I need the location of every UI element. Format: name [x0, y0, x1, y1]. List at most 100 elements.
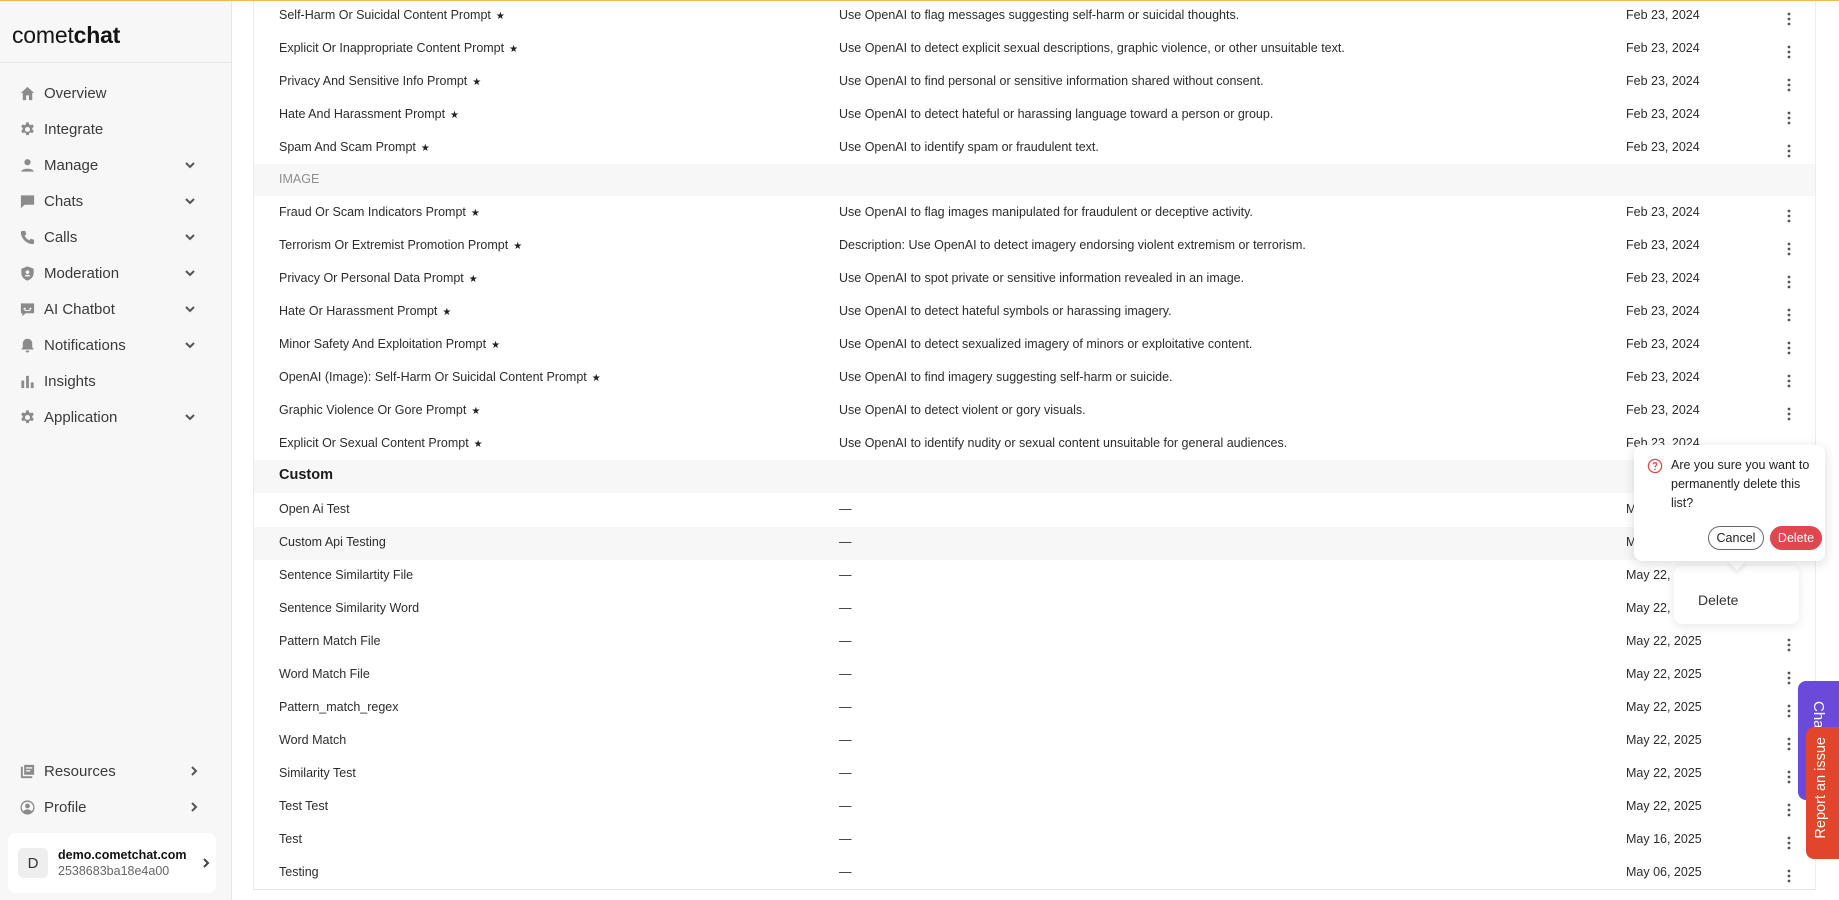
- section-label: IMAGE: [279, 172, 320, 186]
- table-row[interactable]: Minor Safety And Exploitation Prompt ★ Use…: [254, 329, 1815, 362]
- table-row[interactable]: Test Test — May 22, 2025: [254, 791, 1815, 824]
- list-date: Feb 23, 2024: [1626, 238, 1700, 252]
- list-description: Use OpenAI to flag messages suggesting s…: [839, 8, 1240, 22]
- list-description: Use OpenAI to flag images manipulated fo…: [839, 205, 1253, 219]
- star-icon: ★: [420, 143, 430, 154]
- table-row[interactable]: Spam And Scam Prompt ★ Use OpenAI to ident…: [254, 132, 1815, 165]
- table-row[interactable]: Explicit Or Sexual Content Prompt ★ Use Op…: [254, 428, 1815, 461]
- sidebar-item-ai-chatbot[interactable]: AI Chatbot: [0, 291, 232, 327]
- list-description: Use OpenAI to detect sexualized imagery …: [839, 337, 1253, 351]
- sidebar-item-label: Resources: [44, 762, 116, 780]
- list-date: Feb 23, 2024: [1626, 74, 1700, 88]
- list-description: —: [839, 832, 852, 846]
- star-icon: ★: [450, 110, 460, 121]
- sidebar-item-profile[interactable]: Profile: [0, 789, 232, 825]
- more-actions-icon[interactable]: [1783, 769, 1795, 785]
- star-icon: ★: [509, 44, 519, 55]
- table-row[interactable]: Custom Api Testing — M: [254, 527, 1815, 560]
- more-actions-icon[interactable]: [1783, 835, 1795, 851]
- cancel-button[interactable]: Cancel: [1708, 526, 1764, 550]
- table-row[interactable]: Fraud Or Scam Indicators Prompt ★ Use Open…: [254, 197, 1815, 230]
- sidebar-item-insights[interactable]: Insights: [0, 363, 232, 399]
- list-date: May 16, 2025: [1626, 832, 1702, 846]
- table-row[interactable]: Self-Harm Or Suicidal Content Prompt ★ Use…: [254, 0, 1815, 33]
- list-name: Sentence Similartity File: [279, 568, 414, 582]
- table-row[interactable]: Testing — May 06, 2025: [254, 857, 1815, 890]
- table-row[interactable]: Hate Or Harassment Prompt ★ Use OpenAI to …: [254, 296, 1815, 329]
- table-row[interactable]: Sentence Similarity Word — May 22,: [254, 593, 1815, 626]
- more-actions-icon[interactable]: [1783, 736, 1795, 752]
- table-row[interactable]: Word Match File — May 22, 2025: [254, 659, 1815, 692]
- star-icon: ★: [495, 11, 505, 22]
- table-row[interactable]: Privacy Or Personal Data Prompt ★ Use Open…: [254, 263, 1815, 296]
- more-actions-icon[interactable]: [1783, 44, 1795, 60]
- chevron-down-icon: [183, 266, 197, 280]
- sidebar-item-label: Manage: [44, 156, 99, 174]
- logo-divider: [0, 62, 232, 63]
- question-circle-icon: [1647, 458, 1663, 474]
- table-row[interactable]: Sentence Similartity File — May 22,: [254, 560, 1815, 593]
- row-action-menu: Delete: [1674, 566, 1799, 624]
- sidebar-item-manage[interactable]: Manage: [0, 147, 232, 183]
- table-row[interactable]: Test — May 16, 2025: [254, 824, 1815, 857]
- sidebar-item-overview[interactable]: Overview: [0, 75, 232, 111]
- more-actions-icon[interactable]: [1783, 703, 1795, 719]
- table-row[interactable]: Explicit Or Inappropriate Content Prompt…: [254, 33, 1815, 66]
- bot-icon: [18, 300, 36, 318]
- list-date: Feb 23, 2024: [1626, 370, 1700, 384]
- more-actions-icon[interactable]: [1783, 241, 1795, 257]
- table-row[interactable]: Word Match — May 22, 2025: [254, 725, 1815, 758]
- list-name: Pattern_match_regex: [279, 700, 399, 714]
- sidebar-item-integrate[interactable]: Integrate: [0, 111, 232, 147]
- table-row[interactable]: Terrorism Or Extremist Promotion Prompt ★…: [254, 230, 1815, 263]
- list-description: —: [839, 502, 852, 516]
- sidebar-item-notifications[interactable]: Notifications: [0, 327, 232, 363]
- sidebar-item-application[interactable]: Application: [0, 399, 232, 435]
- table-row[interactable]: Similarity Test — May 22, 2025: [254, 758, 1815, 791]
- list-name: Open Ai Test: [279, 502, 350, 516]
- sidebar-item-label: Profile: [44, 798, 87, 816]
- image-section-header: IMAGE: [254, 164, 1815, 196]
- report-issue-tab[interactable]: Report an issue: [1806, 727, 1839, 859]
- list-name: Word Match: [279, 733, 347, 747]
- more-actions-icon[interactable]: [1783, 340, 1795, 356]
- table-row[interactable]: Open Ai Test — M: [254, 494, 1815, 527]
- more-actions-icon[interactable]: [1783, 307, 1795, 323]
- more-actions-icon[interactable]: [1783, 274, 1795, 290]
- more-actions-icon[interactable]: [1783, 11, 1795, 27]
- table-row[interactable]: Graphic Violence Or Gore Prompt ★ Use Open…: [254, 395, 1815, 428]
- more-actions-icon[interactable]: [1783, 637, 1795, 653]
- table-row[interactable]: OpenAI (Image): Self-Harm Or Suicidal Co…: [254, 362, 1815, 395]
- account-id: 2538683ba18e4a00: [58, 864, 170, 878]
- list-date: May 06, 2025: [1626, 865, 1702, 879]
- more-actions-icon[interactable]: [1783, 373, 1795, 389]
- list-description: Use OpenAI to find imagery suggesting se…: [839, 370, 1173, 384]
- table-row[interactable]: Privacy And Sensitive Info Prompt ★ Use Op…: [254, 66, 1815, 99]
- more-actions-icon[interactable]: [1783, 868, 1795, 884]
- more-actions-icon[interactable]: [1783, 77, 1795, 93]
- table-row[interactable]: Hate And Harassment Prompt ★ Use OpenAI to…: [254, 99, 1815, 132]
- sidebar-item-moderation[interactable]: Moderation: [0, 255, 232, 291]
- table-row[interactable]: Pattern Match File — May 22, 2025: [254, 626, 1815, 659]
- more-actions-icon[interactable]: [1783, 143, 1795, 159]
- table-row[interactable]: Pattern_match_regex — May 22, 2025: [254, 692, 1815, 725]
- sidebar-item-label: Moderation: [44, 264, 120, 282]
- list-date: Feb 23, 2024: [1626, 337, 1700, 351]
- sidebar-item-calls[interactable]: Calls: [0, 219, 232, 255]
- more-actions-icon[interactable]: [1783, 802, 1795, 818]
- sidebar-item-chats[interactable]: Chats: [0, 183, 232, 219]
- sidebar-item-label: Integrate: [44, 120, 104, 138]
- account-switcher[interactable]: D demo.cometchat.com 2538683ba18e4a00: [8, 833, 216, 893]
- more-actions-icon[interactable]: [1783, 110, 1795, 126]
- lists-table: Self-Harm Or Suicidal Content Prompt ★ Use…: [253, 0, 1816, 890]
- user-icon: [18, 156, 36, 174]
- more-actions-icon[interactable]: [1783, 406, 1795, 422]
- menu-item-delete[interactable]: Delete: [1698, 592, 1738, 608]
- cometchat-logo[interactable]: cometchat: [12, 22, 120, 49]
- list-date: Feb 23, 2024: [1626, 205, 1700, 219]
- more-actions-icon[interactable]: [1783, 670, 1795, 686]
- sidebar-item-resources[interactable]: Resources: [0, 753, 232, 789]
- more-actions-icon[interactable]: [1783, 208, 1795, 224]
- list-date: Feb 23, 2024: [1626, 140, 1700, 154]
- confirm-delete-button[interactable]: Delete: [1770, 526, 1822, 550]
